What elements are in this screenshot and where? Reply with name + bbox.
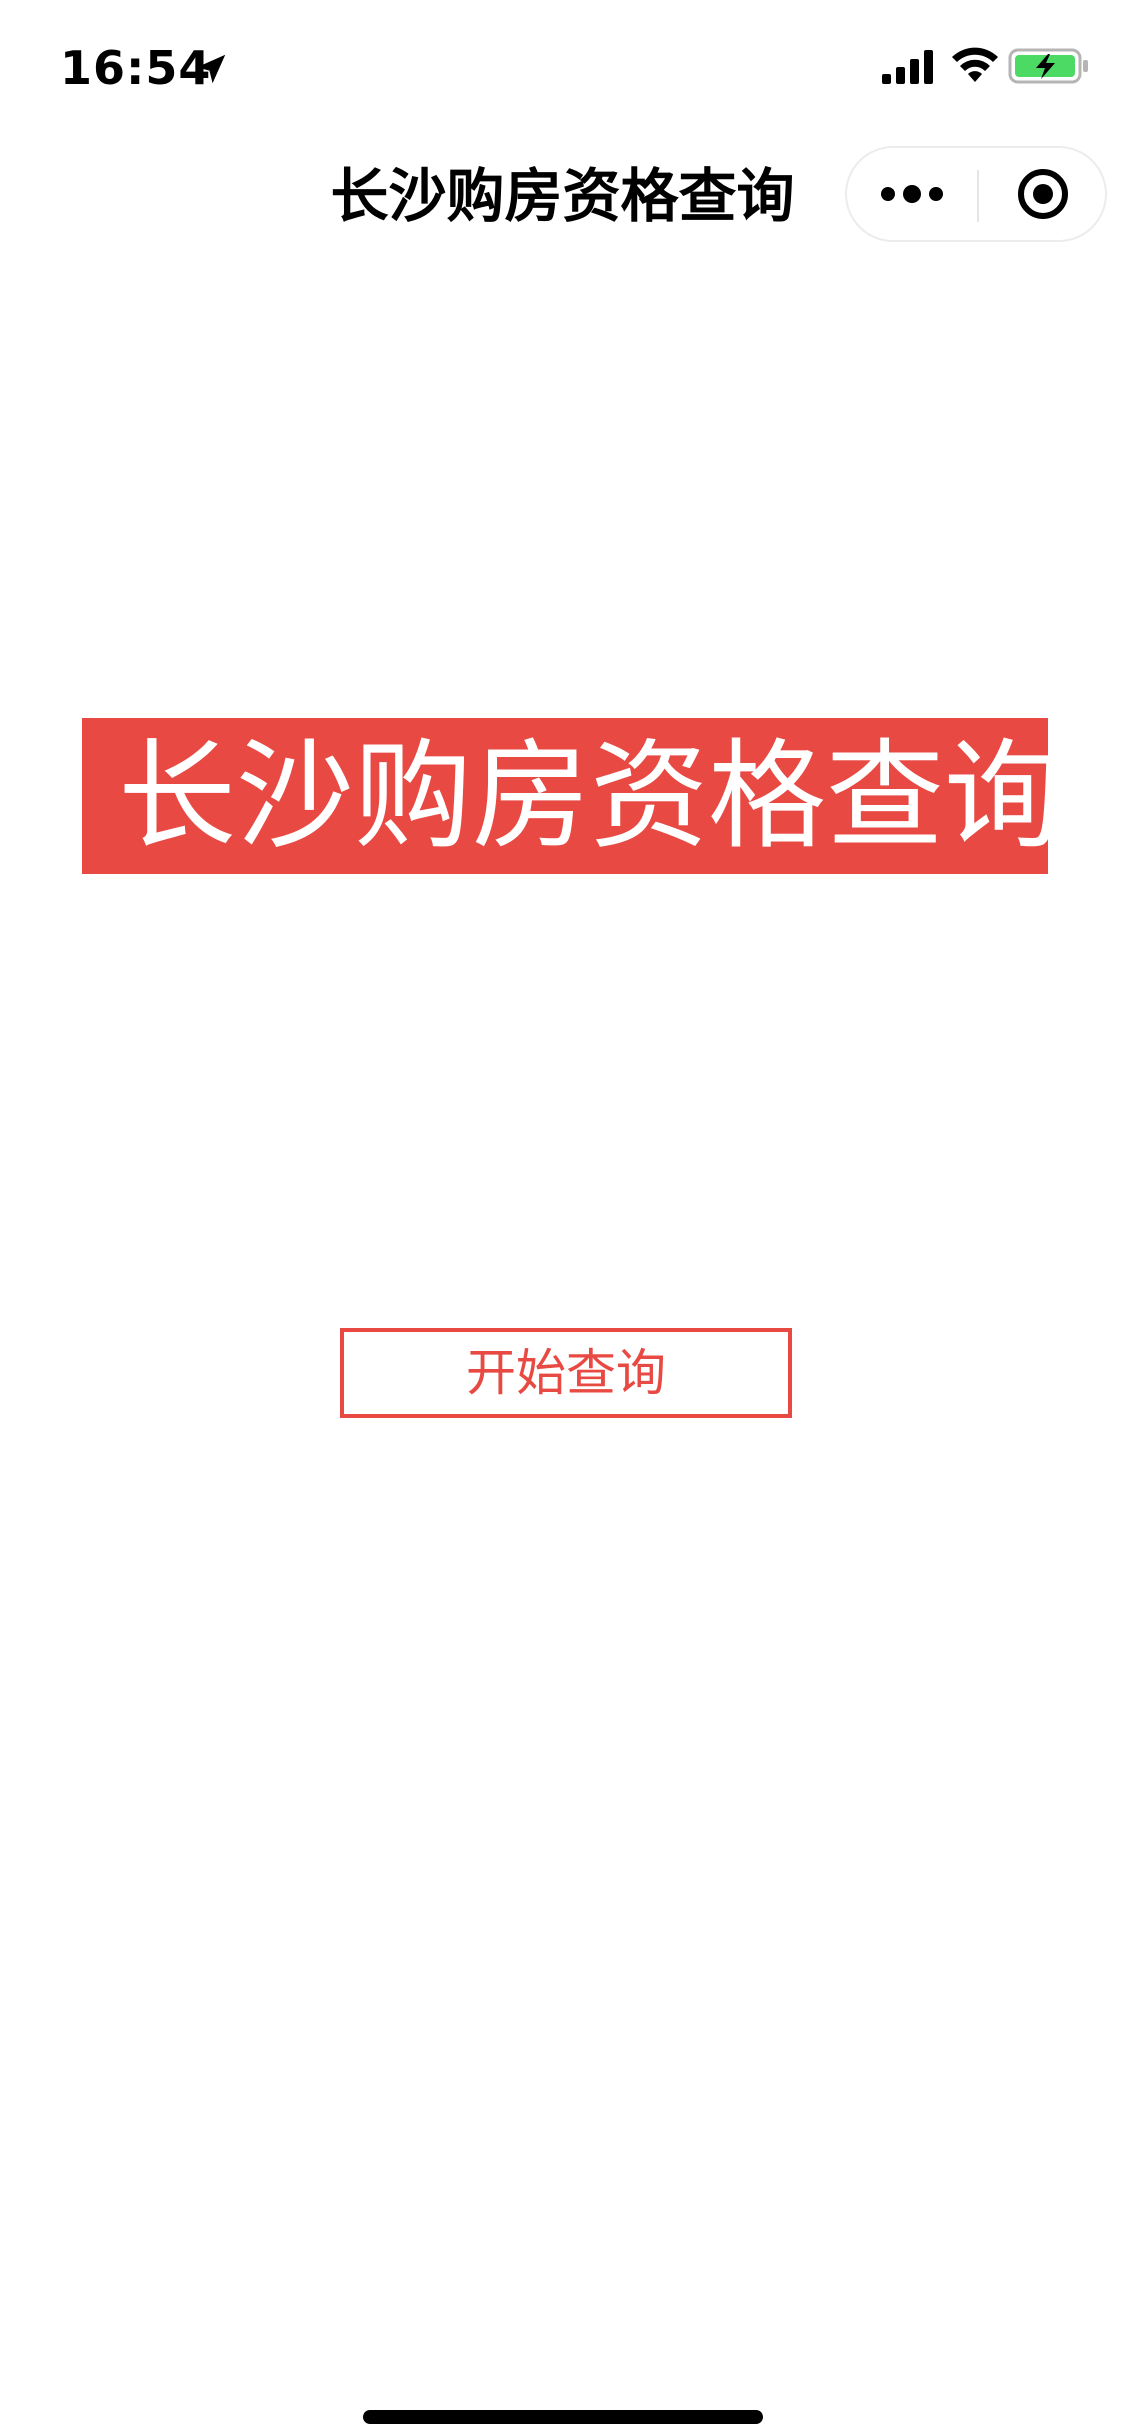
wifi-icon [952, 47, 998, 82]
banner-title: 长沙购房资格查询 [118, 727, 1063, 865]
cellular-signal-icon [882, 50, 933, 84]
start-query-button[interactable]: 开始查询 [340, 1328, 792, 1418]
more-dots-icon [881, 185, 943, 203]
app-screen: 16:54 长沙购房资格查询 长沙购房资格查询 开始查询 [0, 0, 1125, 2436]
nav-bar: 长沙购房资格查询 [0, 132, 1125, 260]
location-arrow-icon [196, 54, 226, 84]
home-indicator[interactable] [363, 2410, 763, 2424]
more-button[interactable] [847, 148, 977, 240]
title-banner: 长沙购房资格查询 [82, 718, 1062, 874]
battery-charging-icon [1008, 48, 1088, 84]
close-mini-program-button[interactable] [979, 148, 1107, 240]
mini-program-capsule [845, 146, 1107, 242]
start-query-label: 开始查询 [466, 1344, 666, 1402]
close-target-icon [1018, 169, 1068, 219]
status-bar: 16:54 [0, 0, 1125, 132]
status-time: 16:54 [60, 41, 212, 95]
